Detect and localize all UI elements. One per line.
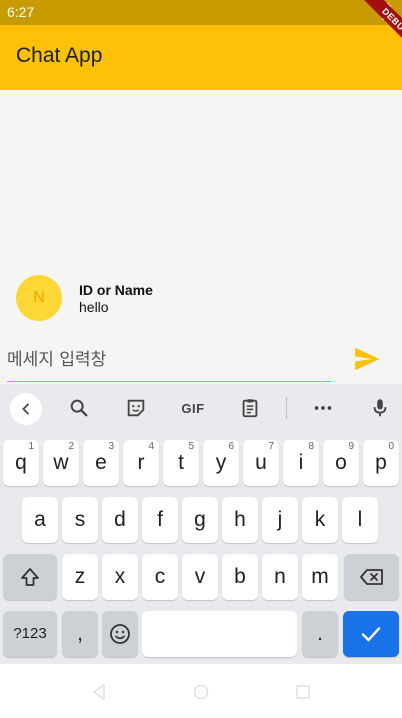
key-h[interactable]: h	[222, 497, 258, 543]
key-label: t	[178, 451, 184, 474]
key-i[interactable]: i8	[283, 440, 319, 486]
clipboard-icon	[242, 399, 258, 418]
key-c[interactable]: c	[142, 554, 178, 600]
debug-banner: DEBUG	[340, 0, 402, 62]
key-q[interactable]: q1	[3, 440, 39, 486]
app-title: Chat App	[16, 44, 103, 67]
key-y[interactable]: y6	[203, 440, 239, 486]
key-label: q	[15, 451, 27, 474]
key-g[interactable]: g	[182, 497, 218, 543]
check-icon	[361, 627, 381, 642]
key-label: w	[53, 451, 69, 474]
period-key[interactable]: .	[302, 611, 338, 657]
message-input[interactable]	[7, 338, 331, 382]
emoji-icon	[110, 624, 130, 644]
key-hint: 8	[308, 441, 314, 452]
message-sender: ID or Name	[79, 282, 153, 298]
nav-home-icon[interactable]	[193, 684, 209, 700]
keyboard: GIF q1 w2 e3 r4 t5 y 6 u 7 i 8 o 9 p 0 a…	[0, 384, 402, 664]
symbols-key[interactable]: ?123	[3, 611, 57, 657]
enter-key[interactable]	[343, 611, 399, 657]
key-label: i	[298, 451, 304, 474]
key-label: e	[95, 451, 107, 474]
key-label: u	[255, 451, 267, 474]
key-p[interactable]: p0	[363, 440, 399, 486]
nav-recents-icon[interactable]	[296, 685, 310, 699]
toolbar-clipboard-button[interactable]	[238, 396, 262, 420]
key-s[interactable]: s	[62, 497, 98, 543]
key-v[interactable]: v	[182, 554, 218, 600]
message-text: hello	[79, 299, 109, 315]
key-label: p	[375, 451, 387, 474]
toolbar-mic-button[interactable]	[368, 396, 392, 420]
back-icon	[22, 403, 29, 415]
toolbar-divider	[286, 397, 287, 419]
key-j[interactable]: j	[262, 497, 298, 543]
more-icon	[314, 406, 332, 410]
message-item: N ID or Name hello	[16, 275, 386, 321]
key-z[interactable]: z	[62, 554, 98, 600]
status-time: 6:27	[7, 4, 35, 20]
key-l[interactable]: l	[342, 497, 378, 543]
shift-icon	[21, 568, 39, 586]
key-hint: 7	[268, 441, 274, 452]
key-hint: 3	[108, 441, 114, 452]
sticker-icon	[127, 399, 145, 417]
key-k[interactable]: k	[302, 497, 338, 543]
comma-key[interactable]: ,	[62, 611, 98, 657]
key-hint: 6	[228, 441, 234, 452]
key-hint: 0	[388, 441, 394, 452]
toolbar-search-button[interactable]	[67, 396, 91, 420]
avatar: N	[16, 275, 62, 321]
key-n[interactable]: n	[262, 554, 298, 600]
backspace-key[interactable]	[344, 554, 399, 600]
key-o[interactable]: o9	[323, 440, 359, 486]
toolbar-gif-button[interactable]: GIF	[178, 396, 208, 420]
key-w[interactable]: w2	[43, 440, 79, 486]
key-hint: 2	[68, 441, 74, 452]
key-label: r	[137, 451, 145, 474]
search-icon	[70, 399, 88, 417]
key-hint: 4	[148, 441, 154, 452]
spacebar[interactable]	[142, 611, 297, 657]
key-hint: 9	[348, 441, 354, 452]
key-f[interactable]: f	[142, 497, 178, 543]
toolbar-more-button[interactable]	[311, 396, 335, 420]
send-button[interactable]	[352, 344, 382, 374]
gif-icon: GIF	[181, 400, 205, 416]
key-label: y	[215, 451, 227, 474]
key-b[interactable]: b	[222, 554, 258, 600]
mic-icon	[373, 399, 387, 417]
chat-list[interactable]: N ID or Name hello	[0, 90, 402, 336]
toolbar-back-button[interactable]	[10, 393, 42, 425]
toolbar-sticker-button[interactable]	[124, 396, 148, 420]
shift-key[interactable]	[3, 554, 57, 600]
key-e[interactable]: e3	[83, 440, 119, 486]
system-nav-bar	[0, 664, 402, 718]
key-hint: 5	[188, 441, 194, 452]
nav-back-icon[interactable]	[92, 684, 106, 700]
composer	[0, 336, 402, 384]
keyboard-toolbar: GIF	[0, 384, 402, 432]
key-hint: 1	[28, 441, 34, 452]
key-r[interactable]: r4	[123, 440, 159, 486]
key-label: o	[335, 451, 347, 474]
key-x[interactable]: x	[102, 554, 138, 600]
key-a[interactable]: a	[22, 497, 58, 543]
emoji-key[interactable]	[102, 611, 138, 657]
backspace-icon	[359, 569, 383, 585]
debug-label: DEBUG	[355, 0, 402, 62]
key-m[interactable]: m	[302, 554, 338, 600]
key-u[interactable]: u7	[243, 440, 279, 486]
key-d[interactable]: d	[102, 497, 138, 543]
send-icon	[355, 347, 380, 371]
key-t[interactable]: t5	[163, 440, 199, 486]
